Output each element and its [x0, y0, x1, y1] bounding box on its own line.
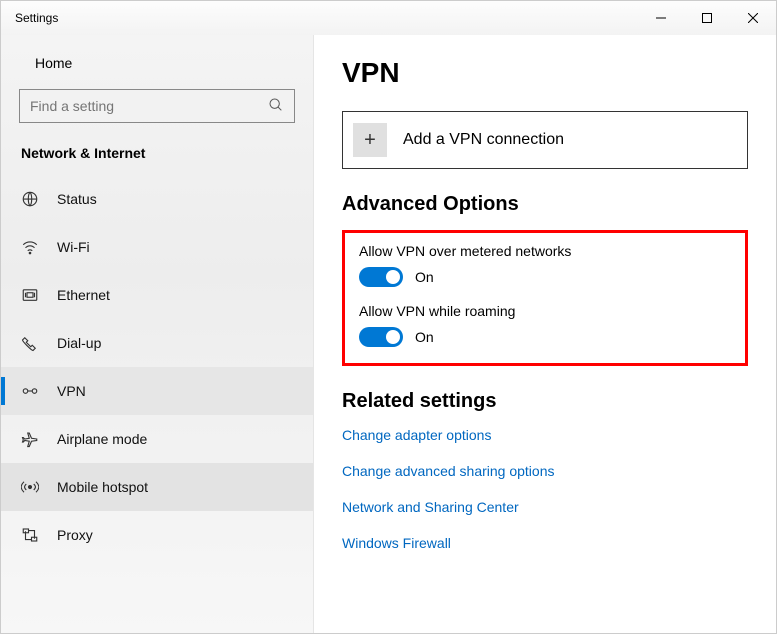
- ethernet-icon: [21, 286, 39, 304]
- search-input[interactable]: [30, 98, 268, 114]
- nav-wifi[interactable]: Wi-Fi: [1, 223, 313, 271]
- maximize-button[interactable]: [684, 1, 730, 35]
- advanced-heading: Advanced Options: [342, 193, 748, 216]
- toggle-roaming-state: On: [415, 329, 434, 345]
- hotspot-icon: [21, 478, 39, 496]
- nav-label: Ethernet: [57, 287, 110, 303]
- nav-ethernet[interactable]: Ethernet: [1, 271, 313, 319]
- status-icon: [21, 190, 39, 208]
- add-vpn-label: Add a VPN connection: [403, 131, 564, 149]
- toggle-metered-state: On: [415, 269, 434, 285]
- related-links: Change adapter options Change advanced s…: [342, 427, 748, 551]
- minimize-button[interactable]: [638, 1, 684, 35]
- plus-icon: [353, 123, 387, 157]
- related-heading: Related settings: [342, 390, 748, 413]
- search-box[interactable]: [19, 89, 295, 123]
- nav-status[interactable]: Status: [1, 175, 313, 223]
- add-vpn-button[interactable]: Add a VPN connection: [342, 111, 748, 169]
- home-link[interactable]: Home: [1, 47, 313, 83]
- nav-label: Status: [57, 191, 97, 207]
- link-network-center[interactable]: Network and Sharing Center: [342, 499, 748, 515]
- nav-label: Proxy: [57, 527, 93, 543]
- section-title: Network & Internet: [1, 139, 313, 175]
- nav-label: Wi-Fi: [57, 239, 90, 255]
- proxy-icon: [21, 526, 39, 544]
- nav-vpn[interactable]: VPN: [1, 367, 313, 415]
- sidebar: Home Network & Internet Status Wi-Fi Eth…: [1, 35, 314, 633]
- nav-airplane[interactable]: Airplane mode: [1, 415, 313, 463]
- dialup-icon: [21, 334, 39, 352]
- link-firewall[interactable]: Windows Firewall: [342, 535, 748, 551]
- main-content: VPN Add a VPN connection Advanced Option…: [314, 35, 776, 633]
- opt-metered-label: Allow VPN over metered networks: [359, 243, 731, 259]
- airplane-icon: [21, 430, 39, 448]
- nav-label: Dial-up: [57, 335, 101, 351]
- nav-proxy[interactable]: Proxy: [1, 511, 313, 559]
- nav-list: Status Wi-Fi Ethernet Dial-up VPN Airpla…: [1, 175, 313, 559]
- nav-label: Mobile hotspot: [57, 479, 148, 495]
- page-title: VPN: [342, 57, 748, 89]
- highlight-box: Allow VPN over metered networks On Allow…: [342, 230, 748, 366]
- home-label: Home: [35, 55, 72, 71]
- wifi-icon: [21, 238, 39, 256]
- nav-mobile-hotspot[interactable]: Mobile hotspot: [1, 463, 313, 511]
- toggle-roaming[interactable]: [359, 327, 403, 347]
- vpn-icon: [21, 382, 39, 400]
- close-button[interactable]: [730, 1, 776, 35]
- titlebar: Settings: [1, 1, 776, 35]
- nav-label: VPN: [57, 383, 86, 399]
- window-title: Settings: [15, 11, 58, 25]
- toggle-metered[interactable]: [359, 267, 403, 287]
- link-sharing[interactable]: Change advanced sharing options: [342, 463, 748, 479]
- nav-dialup[interactable]: Dial-up: [1, 319, 313, 367]
- opt-roaming-label: Allow VPN while roaming: [359, 303, 731, 319]
- search-icon: [268, 97, 284, 116]
- nav-label: Airplane mode: [57, 431, 147, 447]
- link-adapter[interactable]: Change adapter options: [342, 427, 748, 443]
